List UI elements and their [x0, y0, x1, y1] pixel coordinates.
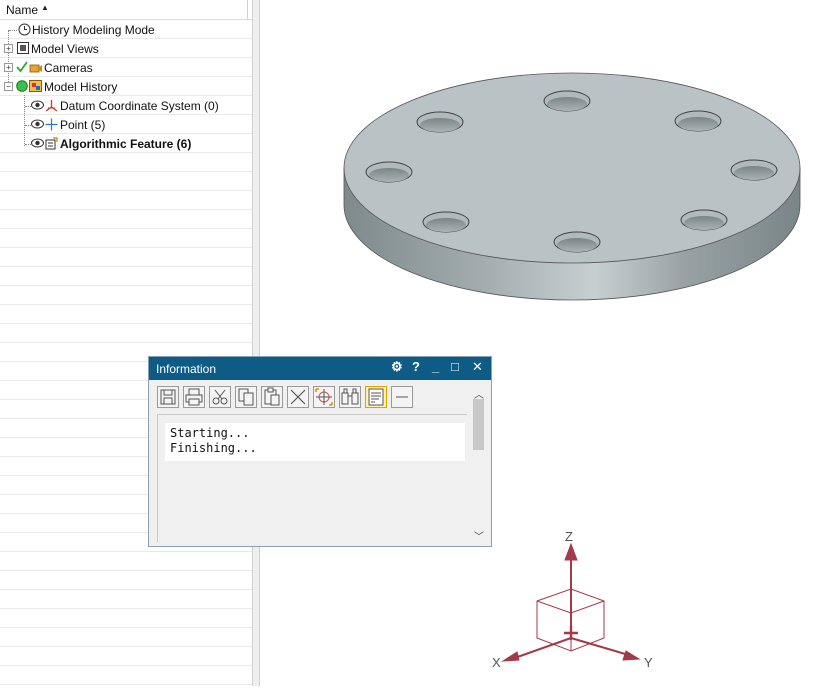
bolt-hole[interactable] — [422, 211, 470, 233]
window-title: Information — [156, 362, 217, 376]
tree-row-point[interactable]: Point (5) — [0, 115, 252, 134]
bolt-hole[interactable] — [674, 110, 722, 132]
expand-icon[interactable]: + — [4, 44, 13, 53]
cut-button[interactable] — [209, 386, 231, 408]
vertical-scrollbar[interactable]: ︿ ﹀ — [470, 386, 487, 543]
graphics-window[interactable]: Z X Y — [261, 0, 813, 686]
model-views-icon — [17, 42, 29, 54]
view-triad[interactable] — [501, 542, 641, 662]
triad-z-label: Z — [565, 529, 573, 544]
scrollbar-thumb[interactable] — [473, 399, 484, 450]
find-icon — [341, 388, 359, 405]
algorithmic-feature-icon — [45, 137, 58, 150]
tree-row-label: Point (5) — [60, 118, 106, 132]
minimize-button[interactable]: _ — [432, 359, 439, 374]
information-window[interactable]: Information ⚙ ? _ □ ✕ Starting... Finish… — [148, 356, 492, 547]
collapse-icon[interactable]: − — [4, 82, 13, 91]
navigator-splitter[interactable] — [252, 0, 260, 686]
tree-row-datum-coordinate-system[interactable]: Datum Coordinate System (0) — [0, 96, 252, 115]
tree-row-label: Datum Coordinate System (0) — [60, 99, 219, 113]
scroll-down-icon[interactable]: ﹀ — [474, 528, 484, 543]
save-icon — [160, 389, 176, 405]
information-toolbar — [157, 386, 463, 412]
tree-row-label: Cameras — [44, 61, 93, 75]
visibility-eye-icon[interactable] — [31, 119, 44, 129]
sort-ascending-icon[interactable]: ▲ — [41, 3, 49, 12]
datum-csys-icon — [45, 100, 58, 112]
tree-row-label: Algorithmic Feature (6) — [60, 137, 192, 151]
cut-icon — [212, 389, 228, 405]
tree-row-model-history[interactable]: − Model History — [0, 77, 252, 96]
delete-button[interactable] — [287, 386, 309, 408]
triad-y-label: Y — [644, 655, 653, 670]
snap-point-button[interactable] — [313, 386, 335, 408]
tree-row-cameras[interactable]: + Cameras — [0, 58, 252, 77]
bolt-hole[interactable] — [365, 161, 413, 183]
output-line: Finishing... — [170, 441, 257, 455]
check-icon[interactable] — [16, 61, 28, 73]
bolt-hole[interactable] — [553, 231, 601, 253]
save-button[interactable] — [157, 386, 179, 408]
tree-row-label: Model Views — [31, 42, 99, 56]
green-status-icon — [16, 80, 28, 92]
point-icon — [45, 118, 58, 131]
tree-row-label: History Modeling Mode — [32, 23, 155, 37]
delete-icon — [290, 389, 306, 405]
collapse-button[interactable] — [391, 386, 413, 408]
information-output[interactable]: Starting... Finishing... — [165, 423, 465, 461]
model-viewport[interactable]: Z X Y — [261, 0, 813, 686]
clock-icon — [18, 23, 31, 36]
tree-row-model-views[interactable]: + Model Views — [0, 39, 252, 58]
paste-button[interactable] — [261, 386, 283, 408]
print-button[interactable] — [183, 386, 205, 408]
find-button[interactable] — [339, 386, 361, 408]
flange-part[interactable] — [343, 72, 801, 301]
part-navigator: Name ▲ History Modeling Mode + Model Vie… — [0, 0, 252, 686]
word-wrap-button[interactable] — [365, 386, 387, 408]
y-axis-arrow-icon — [622, 650, 641, 661]
model-history-icon — [29, 80, 42, 92]
tree-row-history-modeling-mode[interactable]: History Modeling Mode — [0, 20, 252, 39]
bolt-hole[interactable] — [416, 111, 464, 133]
copy-button[interactable] — [235, 386, 257, 408]
paste-icon — [264, 387, 280, 406]
camera-icon — [29, 64, 42, 73]
maximize-button[interactable]: □ — [451, 359, 459, 374]
bolt-hole[interactable] — [680, 209, 728, 231]
snap-point-icon — [315, 388, 333, 406]
bolt-hole[interactable] — [730, 159, 778, 181]
z-axis-arrow-icon — [564, 542, 578, 561]
column-separator[interactable] — [247, 0, 248, 19]
navigator-column-header[interactable]: Name ▲ — [0, 0, 252, 20]
collapse-icon — [396, 396, 408, 398]
output-line: Starting... — [170, 426, 250, 440]
settings-icon[interactable]: ⚙ — [391, 359, 403, 375]
expand-icon[interactable]: + — [4, 63, 13, 72]
help-icon[interactable]: ? — [412, 359, 420, 374]
visibility-eye-icon[interactable] — [31, 138, 44, 148]
column-header-name[interactable]: Name — [6, 3, 38, 17]
print-icon — [185, 388, 203, 406]
visibility-eye-icon[interactable] — [31, 100, 44, 110]
tree-row-algorithmic-feature[interactable]: Algorithmic Feature (6) — [0, 134, 252, 153]
word-wrap-icon — [368, 388, 384, 406]
x-axis-arrow-icon — [501, 651, 520, 662]
triad-x-label: X — [492, 655, 501, 670]
close-button[interactable]: ✕ — [472, 359, 483, 375]
tree-row-label: Model History — [44, 80, 118, 94]
copy-icon — [238, 388, 254, 406]
bolt-hole[interactable] — [543, 90, 591, 112]
information-title-bar[interactable]: Information ⚙ ? _ □ ✕ — [149, 357, 491, 380]
